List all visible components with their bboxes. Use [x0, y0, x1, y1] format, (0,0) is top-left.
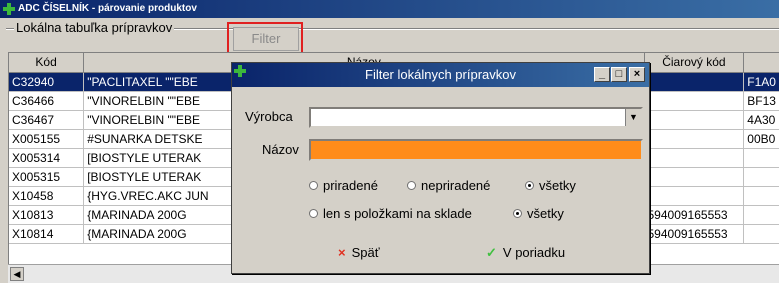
- cell-extra: [743, 205, 779, 225]
- cell-extra: [743, 186, 779, 206]
- chevron-down-icon[interactable]: ▼: [625, 109, 641, 126]
- app-cross-icon: [3, 3, 15, 15]
- radio-dot-icon: [407, 181, 416, 191]
- check-icon: ✓: [486, 245, 497, 260]
- cell-barcode: [644, 167, 745, 187]
- cell-code: C36467: [9, 110, 85, 130]
- cell-extra: BF13: [743, 91, 779, 111]
- back-button-label: Späť: [351, 245, 380, 260]
- close-icon[interactable]: ×: [629, 67, 645, 82]
- filter-highlight: [227, 22, 303, 54]
- ok-button[interactable]: ✓ V poriadku: [486, 245, 565, 261]
- radio-all-2-label: všetky: [527, 206, 564, 221]
- radio-assigned-label: priradené: [323, 178, 378, 193]
- cell-code: X10813: [9, 205, 85, 225]
- radio-assigned[interactable]: priradené: [309, 178, 378, 193]
- scroll-left-icon[interactable]: ◀: [10, 267, 24, 281]
- radio-all-2[interactable]: všetky: [513, 206, 564, 221]
- name-input[interactable]: [309, 139, 643, 161]
- close-x-icon: ×: [338, 245, 346, 260]
- cell-extra: [743, 167, 779, 187]
- cell-extra: [743, 224, 779, 244]
- maximize-icon[interactable]: □: [611, 67, 627, 82]
- group-label: Lokálna tabuľka prípravkov: [14, 20, 175, 35]
- cell-code: C36466: [9, 91, 85, 111]
- radio-in-stock-label: len s položkami na sklade: [323, 206, 472, 221]
- cell-code: X10814: [9, 224, 85, 244]
- cell-code: X005314: [9, 148, 85, 168]
- radio-in-stock[interactable]: len s položkami na sklade: [309, 206, 472, 221]
- app-title-bar: ADC ČÍSELNÍK - párovanie produktov: [0, 0, 779, 18]
- cell-barcode: [644, 148, 745, 168]
- cell-barcode: 594009165553: [644, 205, 745, 225]
- cell-extra: [743, 148, 779, 168]
- cell-extra: 00B0: [743, 129, 779, 149]
- cell-extra: F1A0: [743, 72, 779, 92]
- minimize-icon[interactable]: _: [594, 67, 610, 82]
- cell-barcode: [644, 129, 745, 149]
- column-header-code[interactable]: Kód: [9, 53, 85, 73]
- radio-dot-icon: [513, 209, 522, 219]
- manufacturer-combo[interactable]: ▼: [309, 107, 643, 128]
- cell-barcode: [644, 72, 745, 92]
- cell-barcode: [644, 91, 745, 111]
- radio-unassigned-label: nepriradené: [421, 178, 491, 193]
- cell-barcode: [644, 110, 745, 130]
- column-header-barcode[interactable]: Čiarový kód: [644, 53, 745, 73]
- ok-button-label: V poriadku: [502, 245, 566, 260]
- dialog-cross-icon: [234, 65, 246, 77]
- radio-dot-icon: [309, 181, 318, 191]
- radio-unassigned[interactable]: nepriradené: [407, 178, 490, 193]
- cell-code: X005155: [9, 129, 85, 149]
- cell-barcode: 594009165553: [644, 224, 745, 244]
- cell-extra: 4A30: [743, 110, 779, 130]
- radio-all-1-label: všetky: [539, 178, 576, 193]
- dialog-title: Filter lokálnych prípravkov: [365, 67, 516, 82]
- cell-code: C32940: [9, 72, 85, 92]
- back-button[interactable]: × Späť: [338, 245, 380, 260]
- app-title: ADC ČÍSELNÍK - párovanie produktov: [18, 3, 197, 14]
- radio-dot-icon: [309, 209, 318, 219]
- radio-dot-icon: [525, 181, 534, 191]
- dialog-title-bar[interactable]: Filter lokálnych prípravkov _ □ ×: [232, 63, 649, 87]
- cell-code: X005315: [9, 167, 85, 187]
- radio-all-1[interactable]: všetky: [525, 178, 576, 193]
- filter-dialog: Filter lokálnych prípravkov _ □ × Výrobc…: [231, 62, 650, 274]
- column-header-extra[interactable]: [743, 53, 779, 73]
- cell-code: X10458: [9, 186, 85, 206]
- cell-barcode: [644, 186, 745, 206]
- manufacturer-label: Výrobca: [245, 109, 293, 124]
- name-label: Názov: [262, 142, 299, 157]
